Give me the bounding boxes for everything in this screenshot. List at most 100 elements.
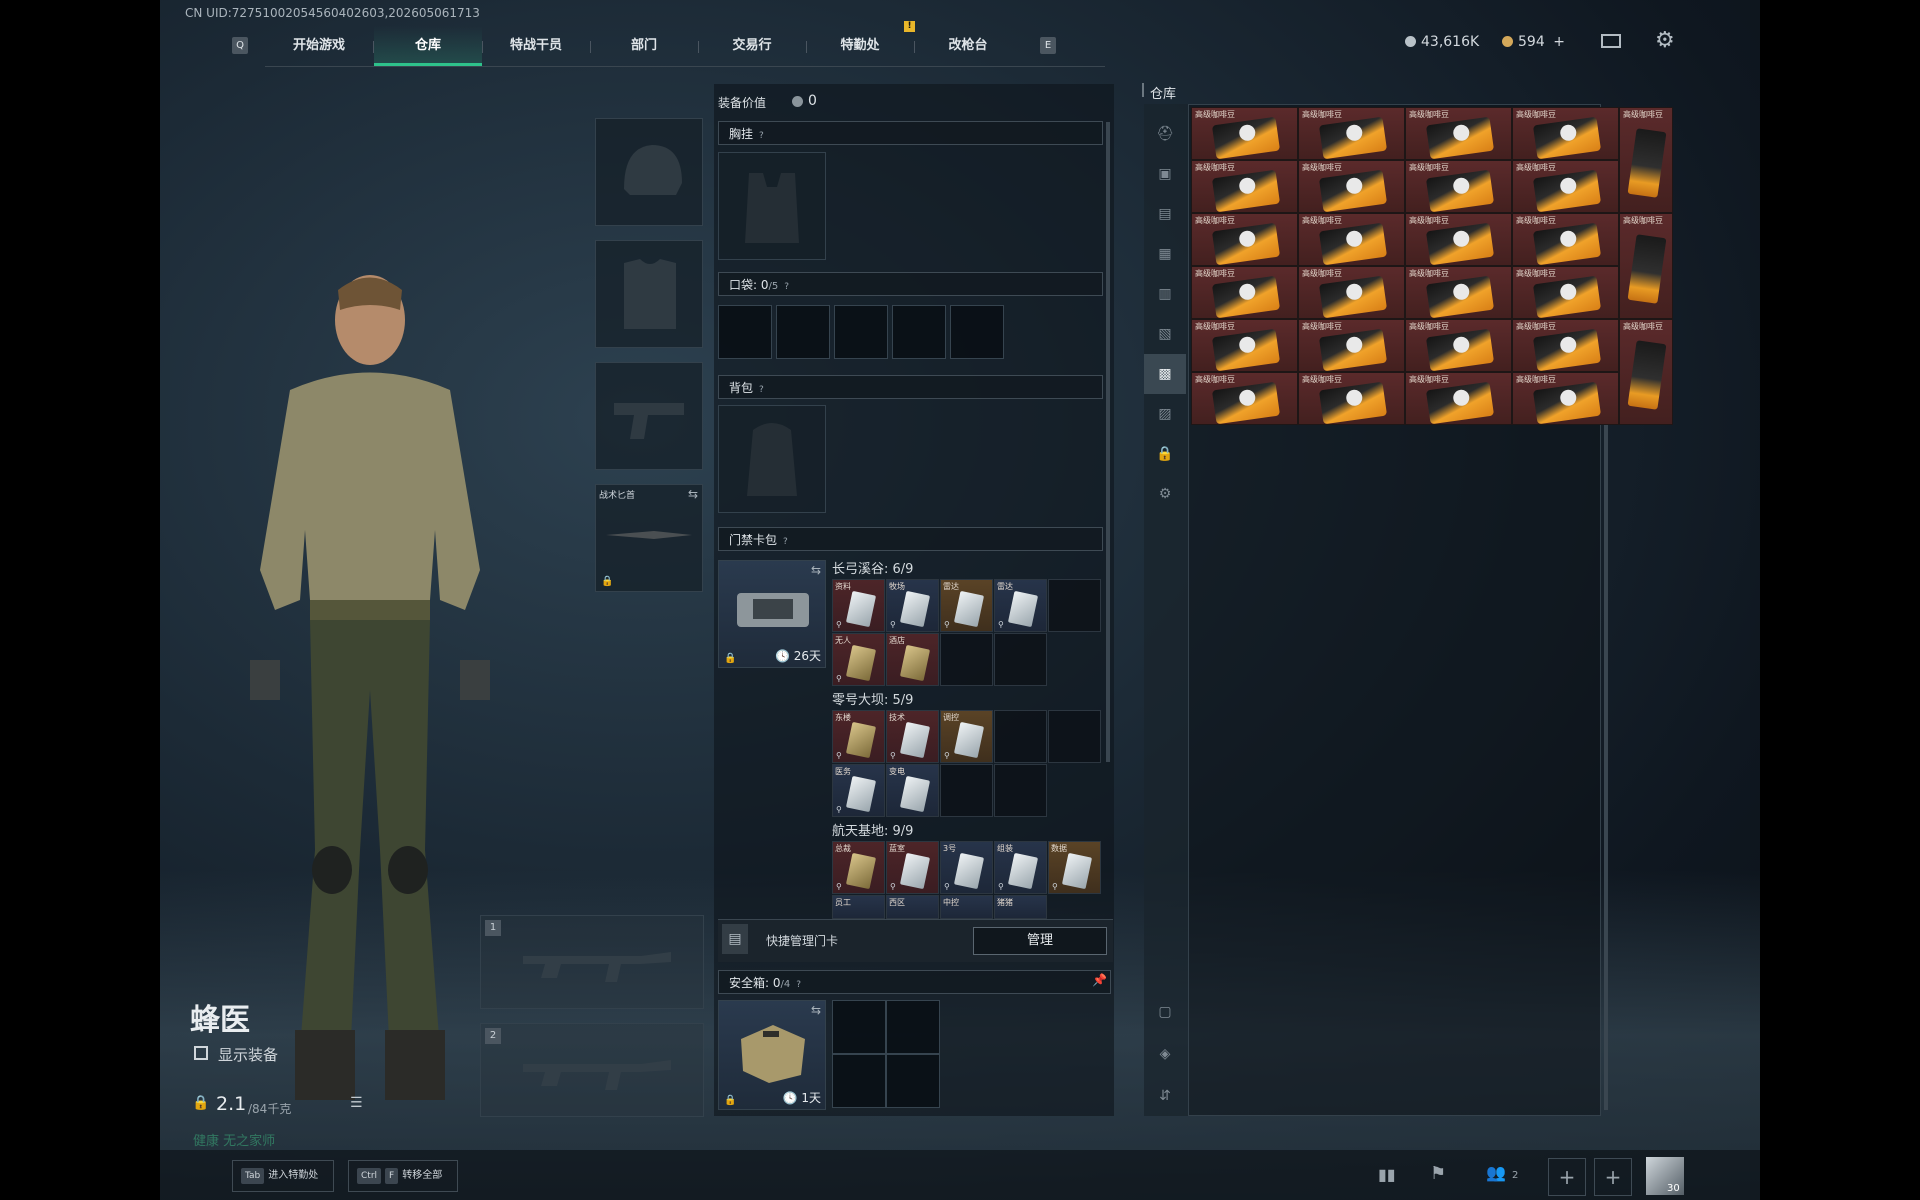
- keycard-empty-slot[interactable]: [1048, 579, 1101, 632]
- keycard-item[interactable]: 雷达 ⚲: [994, 579, 1047, 632]
- tab-trading[interactable]: 交易行: [698, 26, 806, 66]
- swap-icon[interactable]: ⇆: [811, 563, 821, 577]
- backpack-slot[interactable]: [718, 405, 826, 513]
- sidearm-slot[interactable]: [595, 362, 703, 470]
- keycard-item[interactable]: 雷达 ⚲: [940, 579, 993, 632]
- tab-gunsmith[interactable]: 改枪台: [914, 26, 1022, 66]
- armor-slot[interactable]: [595, 240, 703, 348]
- warehouse-coffee-item[interactable]: 高级咖啡豆: [1512, 372, 1619, 425]
- medical-category-icon[interactable]: ▧: [1144, 314, 1186, 354]
- pin-icon[interactable]: 📌: [1092, 973, 1107, 987]
- keycard-item[interactable]: 资料 ⚲: [832, 579, 885, 632]
- pocket-cell[interactable]: [718, 305, 772, 359]
- nav-prev-key[interactable]: Q: [232, 37, 248, 54]
- lock-category-icon[interactable]: 🔒: [1144, 434, 1186, 474]
- keycard-empty-slot[interactable]: [994, 764, 1047, 817]
- warehouse-coffee-item[interactable]: 高级咖啡豆: [1405, 319, 1512, 372]
- keys-category-icon[interactable]: ▨: [1144, 394, 1186, 434]
- keycard-item[interactable]: 3号 ⚲: [940, 841, 993, 894]
- warehouse-coffee-item[interactable]: 高级咖啡豆: [1619, 319, 1673, 425]
- warehouse-coffee-item[interactable]: 高级咖啡豆: [1405, 372, 1512, 425]
- keycard-empty-slot[interactable]: [1048, 710, 1101, 763]
- warehouse-coffee-item[interactable]: 高级咖啡豆: [1619, 213, 1673, 319]
- keycard-item[interactable]: 无人 ⚲: [832, 633, 885, 686]
- warehouse-coffee-item[interactable]: 高级咖啡豆: [1191, 319, 1298, 372]
- warehouse-coffee-item[interactable]: 高级咖啡豆: [1405, 160, 1512, 213]
- manage-button[interactable]: 管理: [973, 927, 1107, 955]
- swap-icon[interactable]: ⇆: [811, 1003, 821, 1017]
- silver-currency[interactable]: 43,616K: [1405, 34, 1479, 50]
- settings-gear-icon[interactable]: ⚙: [1655, 30, 1675, 52]
- armor-category-icon[interactable]: ▣: [1144, 154, 1186, 194]
- warehouse-coffee-item[interactable]: 高级咖啡豆: [1191, 213, 1298, 266]
- warehouse-coffee-item[interactable]: 高级咖啡豆: [1191, 160, 1298, 213]
- safebox-slot[interactable]: ⇆ 🔒 🕓 1天: [718, 1000, 826, 1110]
- sort-icon[interactable]: ⇵: [1144, 1076, 1186, 1116]
- keycard-item[interactable]: 牧场 ⚲: [886, 579, 939, 632]
- warehouse-coffee-item[interactable]: 高级咖啡豆: [1512, 266, 1619, 319]
- warehouse-coffee-item[interactable]: 高级咖啡豆: [1298, 266, 1405, 319]
- help-icon[interactable]: ?: [796, 973, 806, 990]
- safebox-cell[interactable]: [832, 1054, 886, 1108]
- keycard-item[interactable]: 医务 ⚲: [832, 764, 885, 817]
- help-icon[interactable]: ?: [784, 275, 794, 292]
- keycard-item[interactable]: 酒店: [886, 633, 939, 686]
- help-icon[interactable]: ?: [759, 124, 769, 141]
- backpack-category-icon[interactable]: ▤: [1144, 194, 1186, 234]
- warehouse-coffee-item[interactable]: 高级咖啡豆: [1191, 372, 1298, 425]
- keycard-item[interactable]: 中控: [940, 895, 993, 919]
- warehouse-coffee-item[interactable]: 高级咖啡豆: [1512, 160, 1619, 213]
- knife-slot[interactable]: 战术匕首 ⇆ 🔒: [595, 484, 703, 592]
- ammo-category-icon[interactable]: ▥: [1144, 274, 1186, 314]
- settings-category-icon[interactable]: ⚙: [1144, 474, 1186, 514]
- warehouse-coffee-item[interactable]: 高级咖啡豆: [1512, 107, 1619, 160]
- pocket-cell[interactable]: [776, 305, 830, 359]
- layers-icon[interactable]: ◈: [1144, 1034, 1186, 1074]
- pocket-cell[interactable]: [834, 305, 888, 359]
- chest-rig-slot[interactable]: [718, 152, 826, 260]
- tab-warehouse[interactable]: 仓库: [374, 26, 482, 66]
- gold-currency[interactable]: 594 +: [1502, 34, 1565, 50]
- keycard-item[interactable]: 组装 ⚲: [994, 841, 1047, 894]
- keycard-empty-slot[interactable]: [994, 710, 1047, 763]
- warehouse-coffee-item[interactable]: 高级咖啡豆: [1405, 266, 1512, 319]
- keycard-case-slot[interactable]: ⇆ 🔒 🕓 26天: [718, 560, 826, 668]
- add-currency-button[interactable]: +: [1553, 34, 1565, 50]
- stats-icon[interactable]: ▮▮: [1378, 1165, 1396, 1184]
- help-icon[interactable]: ?: [759, 378, 769, 395]
- tab-department[interactable]: 部门: [590, 26, 698, 66]
- keycard-item[interactable]: 调控 ⚲: [940, 710, 993, 763]
- enter-special-ops-button[interactable]: Tab 进入特勤处: [232, 1160, 334, 1192]
- safebox-cell[interactable]: [886, 1000, 940, 1054]
- nav-next-key[interactable]: E: [1040, 37, 1056, 54]
- mail-icon[interactable]: [1601, 34, 1621, 48]
- operator-card-icon[interactable]: ▢: [1144, 992, 1186, 1032]
- pocket-cell[interactable]: [950, 305, 1004, 359]
- primary-weapon-slot-1[interactable]: 1: [480, 915, 704, 1009]
- tab-operators[interactable]: 特战干员: [482, 26, 590, 66]
- helmet-slot[interactable]: [595, 118, 703, 226]
- keycard-item[interactable]: 数据 ⚲: [1048, 841, 1101, 894]
- keycard-item[interactable]: 总裁 ⚲: [832, 841, 885, 894]
- keycard-item[interactable]: 蓝室 ⚲: [886, 841, 939, 894]
- warehouse-coffee-item[interactable]: 高级咖啡豆: [1298, 160, 1405, 213]
- weight-list-icon[interactable]: ☰: [350, 1095, 363, 1111]
- safebox-cell[interactable]: [832, 1000, 886, 1054]
- warehouse-coffee-item[interactable]: 高级咖啡豆: [1298, 319, 1405, 372]
- keycard-item[interactable]: 技术 ⚲: [886, 710, 939, 763]
- warehouse-coffee-item[interactable]: 高级咖啡豆: [1298, 372, 1405, 425]
- safebox-cell[interactable]: [886, 1054, 940, 1108]
- pocket-cell[interactable]: [892, 305, 946, 359]
- keycard-empty-slot[interactable]: [994, 633, 1047, 686]
- warehouse-coffee-item[interactable]: 高级咖啡豆: [1405, 107, 1512, 160]
- transfer-all-button[interactable]: Ctrl F 转移全部: [348, 1160, 458, 1192]
- tab-special-ops[interactable]: 特勤处: [806, 26, 914, 66]
- invite-slot-button[interactable]: +: [1548, 1158, 1586, 1196]
- swap-icon[interactable]: ⇆: [688, 487, 698, 501]
- keycard-empty-slot[interactable]: [940, 633, 993, 686]
- warehouse-coffee-item[interactable]: 高级咖啡豆: [1512, 213, 1619, 266]
- warehouse-coffee-item[interactable]: 高级咖啡豆: [1298, 107, 1405, 160]
- warehouse-coffee-item[interactable]: 高级咖啡豆: [1512, 319, 1619, 372]
- loadout-scrollbar[interactable]: [1106, 122, 1110, 762]
- keycard-item[interactable]: 猪猪: [994, 895, 1047, 919]
